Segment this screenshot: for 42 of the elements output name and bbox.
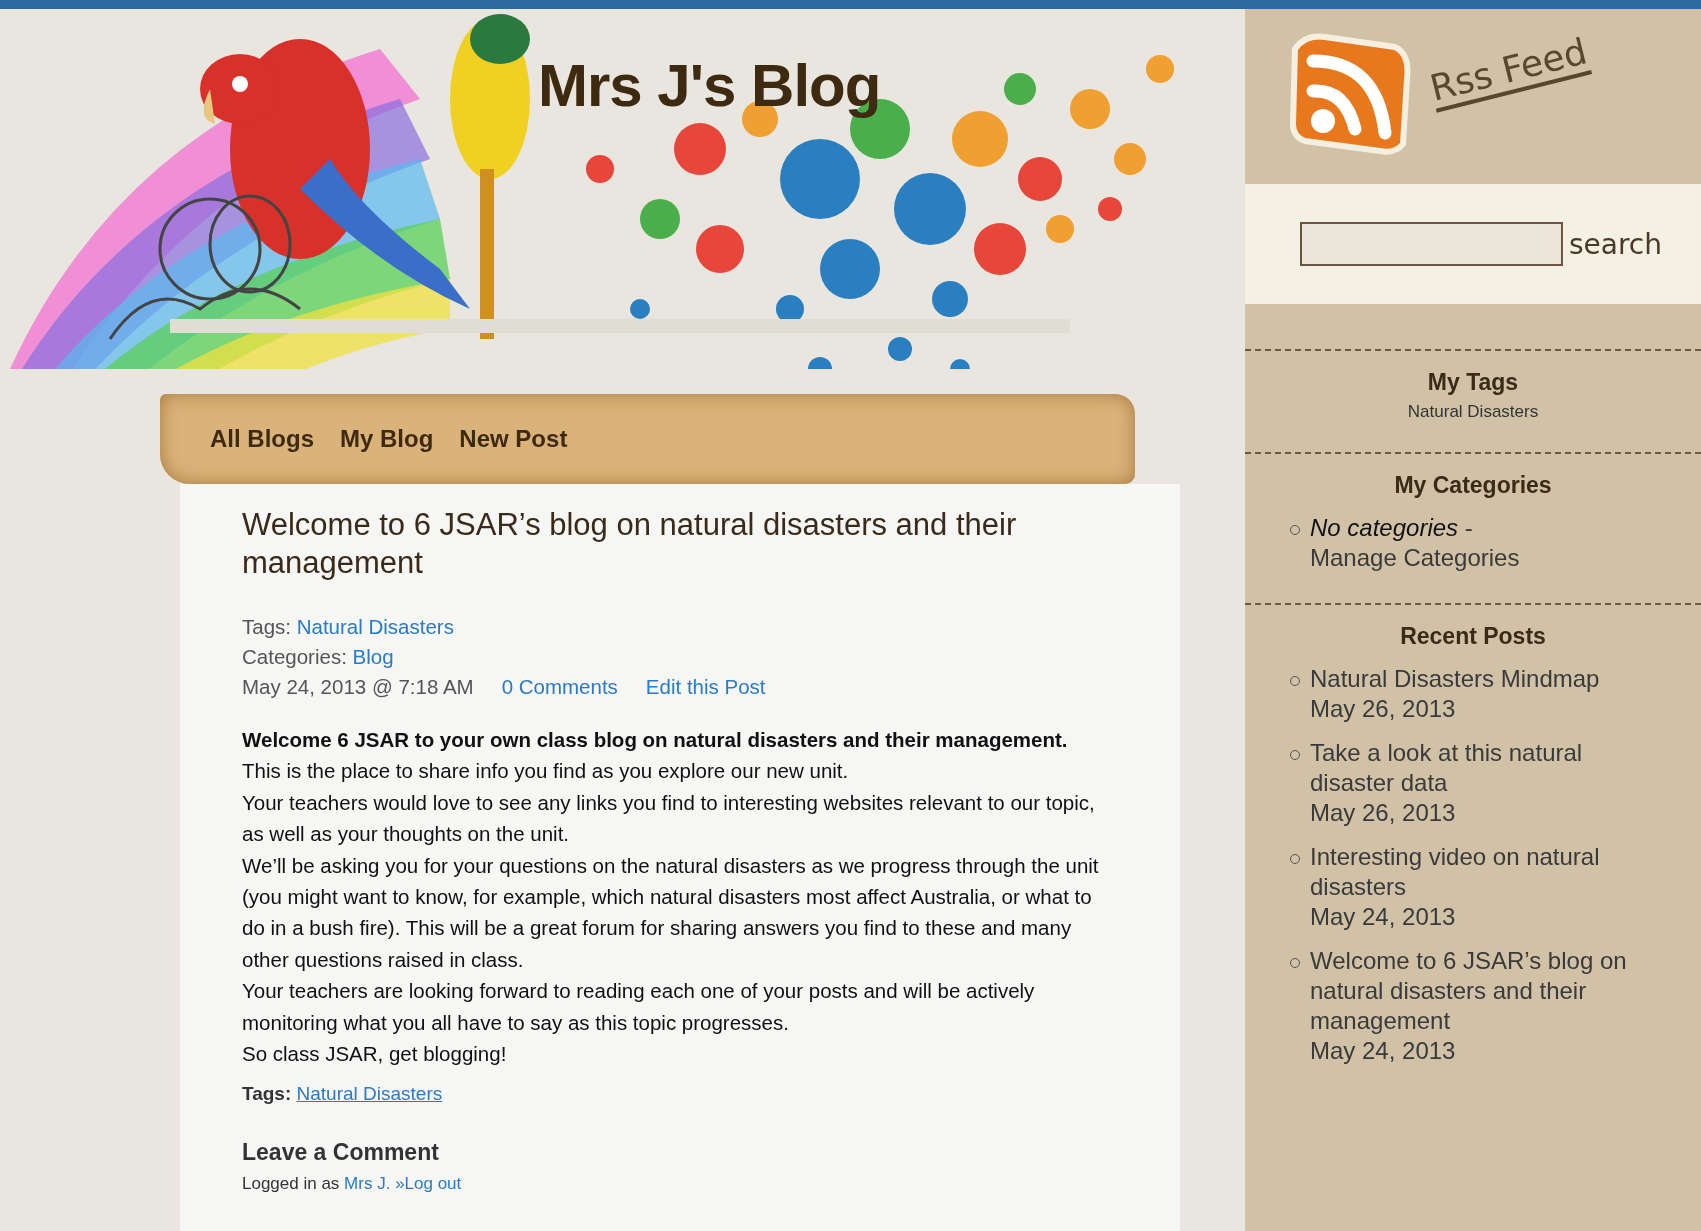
edit-post-link[interactable]: Edit this Post [645,675,766,698]
post-paragraph: Your teachers would love to see any links you find to interesting websites relevant to our topic, as well as your thoughts on the unit. [242,789,1096,848]
no-categories-text: No categories [1310,514,1459,541]
recent-post-link[interactable]: Welcome to 6 JSAR’s blog on natural disasters and their management [1310,946,1630,1036]
widget-heading: Recent Posts [1399,623,1547,650]
recent-post-date: May 26, 2013 [1310,798,1457,828]
tags-label: Tags: [242,1083,292,1105]
nav-link[interactable]: My Blog [340,425,434,453]
recent-post-date: May 24, 2013 [1310,902,1457,932]
tag-link[interactable]: Natural Disasters [296,615,454,638]
manage-categories-link[interactable]: Manage Categories [1310,544,1520,571]
logout-link[interactable]: »Log out [395,1174,462,1194]
logged-in-text: Logged in as [242,1174,340,1194]
post-paragraph: Your teachers are looking forward to reading each one of your posts and will be actively monitoring what you all have to say as this topic progresses. [242,978,1036,1036]
comments-link[interactable]: 0 Comments [501,675,618,698]
category-link[interactable]: Blog [352,645,394,668]
recent-post-link[interactable]: Take a look at this natural disaster data [1310,738,1630,798]
comment-heading: Leave a Comment [242,1139,440,1167]
user-link[interactable]: Mrs J. [344,1174,391,1194]
post-title[interactable]: Welcome to 6 JSAR’s blog on natural disasters and their management [242,506,1062,582]
nav-link[interactable]: New Post [459,425,568,453]
recent-post-link[interactable]: Natural Disasters Mindmap [1310,664,1630,694]
tag-link[interactable]: Natural Disasters [1407,402,1539,422]
tags-label: Tags: [242,615,291,638]
nav-link[interactable]: All Blogs [210,425,314,453]
rss-feed-link[interactable]: Rss Feed [1425,30,1592,113]
post-paragraph: Welcome 6 JSAR to your own class blog on natural disasters and their management. [242,727,1069,753]
separator-text: - [1464,514,1473,541]
recent-post-date: May 24, 2013 [1310,1036,1457,1066]
recent-post-link[interactable]: Interesting video on natural disasters [1310,842,1630,902]
tag-link[interactable]: Natural Disasters [296,1083,443,1105]
search-field[interactable] [1300,222,1563,266]
post-paragraph: So class JSAR, get blogging! [242,1041,508,1068]
recent-post-date: May 26, 2013 [1310,694,1457,724]
widget-heading: My Categories [1393,472,1553,499]
post-paragraph: This is the place to share info you find as you explore our new unit. [242,758,850,785]
post-paragraph: We’ll be asking you for your questions on the natural disasters as we progress through the unit (you might want to know, for example, which natural disasters most affect Australia, or what to do in a bush fire). This will be a great forum for sharing answers you find to these and many other questions raised in class. [242,852,1100,973]
blog-title[interactable]: Mrs J's Blog [538,51,881,120]
post-date: May 24, 2013 @ 7:18 AM [242,675,474,698]
widget-heading: My Tags [1426,369,1520,396]
categories-label: Categories: [242,645,347,668]
search-link[interactable]: search [1569,227,1662,261]
